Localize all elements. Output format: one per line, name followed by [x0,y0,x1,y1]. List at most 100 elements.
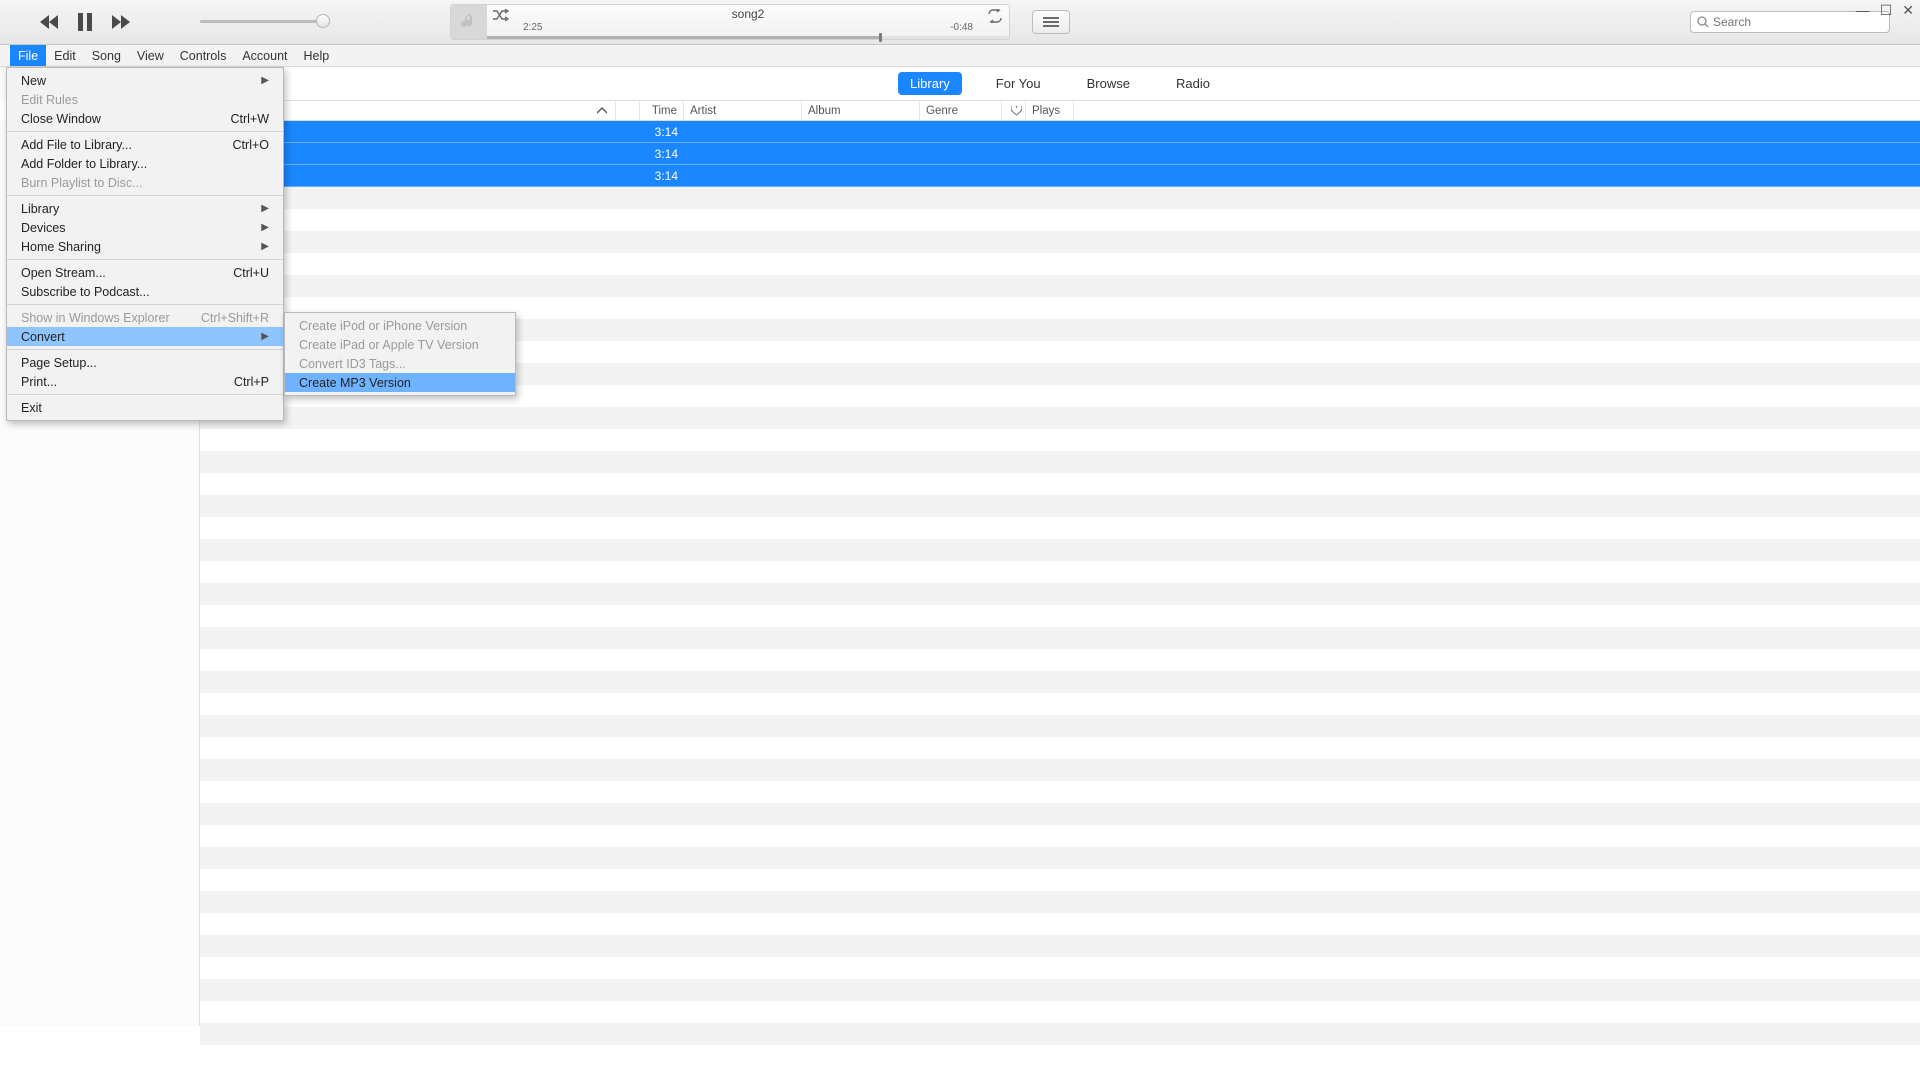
empty-row [200,803,1920,825]
convert-submenu: Create iPod or iPhone Version Create iPa… [284,312,516,396]
empty-row [200,847,1920,869]
file-convert[interactable]: Convert▶ [7,327,283,346]
sort-up-icon [597,107,607,115]
album-art-placeholder [451,5,487,39]
pause-button[interactable] [78,13,92,31]
empty-row [200,583,1920,605]
shuffle-icon[interactable] [493,9,509,24]
menu-file[interactable]: File [10,45,46,66]
empty-row [200,187,1920,209]
empty-row [200,1001,1920,1023]
empty-row [200,913,1920,935]
col-check[interactable] [616,101,640,120]
convert-mp3[interactable]: Create MP3 Version [285,373,515,392]
empty-row [200,627,1920,649]
library-nav-tabs: Library For You Browse Radio [200,67,1920,101]
file-close-window[interactable]: Close WindowCtrl+W [7,109,283,128]
menu-edit[interactable]: Edit [46,45,84,66]
close-button[interactable]: ✕ [1902,2,1914,19]
col-genre[interactable]: Genre [920,101,1002,120]
heart-icon [1011,106,1022,116]
minimize-button[interactable]: — [1856,2,1870,19]
empty-row [200,671,1920,693]
menu-controls[interactable]: Controls [172,45,235,66]
window-controls: — ☐ ✕ [1856,2,1914,19]
empty-row [200,935,1920,957]
chevron-right-icon: ▶ [261,241,269,252]
col-album[interactable]: Album [802,101,920,120]
track-time: 3:14 [640,169,684,183]
player-toolbar: song2 2:25 -0:48 — ☐ ✕ [0,0,1920,45]
col-artist[interactable]: Artist [684,101,802,120]
empty-row [200,781,1920,803]
menu-account[interactable]: Account [234,45,295,66]
chevron-right-icon: ▶ [261,75,269,86]
volume-slider[interactable] [200,20,330,24]
repeat-icon[interactable] [987,9,1003,26]
up-next-button[interactable] [1032,10,1070,34]
file-show-explorer: Show in Windows ExplorerCtrl+Shift+R [7,308,283,327]
file-subscribe[interactable]: Subscribe to Podcast... [7,282,283,301]
empty-row [200,473,1920,495]
file-menu-dropdown: New▶ Edit Rules Close WindowCtrl+W Add F… [6,67,284,421]
menu-song[interactable]: Song [84,45,129,66]
empty-row [200,979,1920,1001]
progress-bar[interactable] [487,36,1009,39]
empty-row [200,605,1920,627]
column-headers: Time Artist Album Genre Plays [200,101,1920,121]
empty-row [200,737,1920,759]
file-burn: Burn Playlist to Disc... [7,173,283,192]
empty-row [200,407,1920,429]
empty-row [200,869,1920,891]
tab-library[interactable]: Library [898,72,962,95]
track-row[interactable]: 3:14 [200,143,1920,165]
track-time: 3:14 [640,125,684,139]
empty-row [200,649,1920,671]
empty-row [200,1045,1920,1067]
file-home-sharing[interactable]: Home Sharing▶ [7,237,283,256]
empty-row [200,209,1920,231]
chevron-right-icon: ▶ [261,331,269,342]
empty-row [200,495,1920,517]
col-love[interactable] [1002,101,1026,120]
file-page-setup[interactable]: Page Setup... [7,353,283,372]
track-row[interactable]: 3:14 [200,165,1920,187]
empty-row [200,451,1920,473]
track-time: 3:14 [640,147,684,161]
next-button[interactable] [110,14,130,30]
file-devices[interactable]: Devices▶ [7,218,283,237]
now-playing-title: song2 [523,7,973,21]
empty-row [200,1023,1920,1045]
col-plays[interactable]: Plays [1026,101,1074,120]
file-exit[interactable]: Exit [7,398,283,417]
chevron-right-icon: ▶ [261,222,269,233]
previous-button[interactable] [40,14,60,30]
maximize-button[interactable]: ☐ [1880,2,1893,19]
tab-radio[interactable]: Radio [1164,72,1222,95]
empty-row [200,539,1920,561]
tab-for-you[interactable]: For You [984,72,1053,95]
elapsed-time: 2:25 [523,22,542,33]
chevron-right-icon: ▶ [261,203,269,214]
search-icon [1697,16,1709,28]
menu-view[interactable]: View [129,45,172,66]
track-rows: 3:14 3:14 3:14 [200,121,1920,1067]
empty-row [200,715,1920,737]
empty-row [200,275,1920,297]
empty-row [200,957,1920,979]
file-new[interactable]: New▶ [7,71,283,90]
file-add-folder[interactable]: Add Folder to Library... [7,154,283,173]
remaining-time: -0:48 [950,22,973,33]
now-playing-panel: song2 2:25 -0:48 [450,4,1010,40]
file-add-file[interactable]: Add File to Library...Ctrl+O [7,135,283,154]
empty-row [200,561,1920,583]
track-row[interactable]: 3:14 [200,121,1920,143]
file-open-stream[interactable]: Open Stream...Ctrl+U [7,263,283,282]
col-time[interactable]: Time [640,101,684,120]
empty-row [200,759,1920,781]
file-print[interactable]: Print...Ctrl+P [7,372,283,391]
file-library[interactable]: Library▶ [7,199,283,218]
convert-id3: Convert ID3 Tags... [285,354,515,373]
menu-help[interactable]: Help [296,45,338,66]
tab-browse[interactable]: Browse [1075,72,1142,95]
